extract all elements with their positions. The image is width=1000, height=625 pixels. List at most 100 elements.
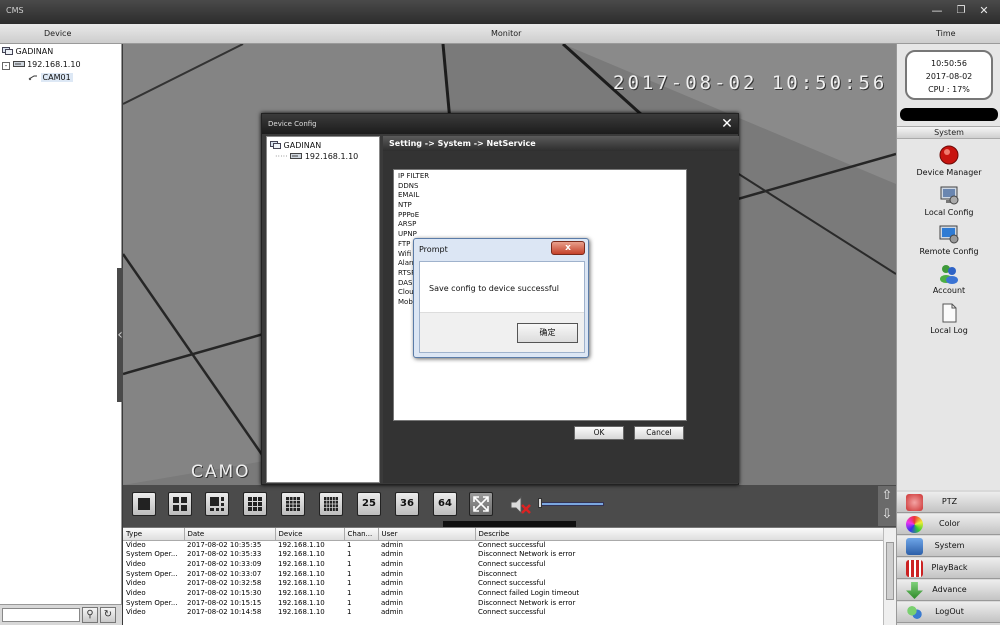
refresh-icon[interactable]: ↻ <box>100 607 116 623</box>
column-date[interactable]: Date <box>184 528 276 541</box>
remote-config-button[interactable]: Remote Config <box>897 223 1000 261</box>
layout-4-button[interactable] <box>168 492 192 516</box>
layout-20-icon <box>324 497 338 511</box>
title-bar: CMS — ❐ ✕ <box>0 0 1000 24</box>
table-cell: Disconnect Network is error <box>478 550 576 559</box>
column-channel[interactable]: Chan... <box>344 528 379 541</box>
table-row[interactable]: Video 2017-08-02 10:33:09 192.168.1.10 1 adm… <box>123 560 883 570</box>
list-item[interactable]: NTP <box>398 201 686 211</box>
layout-20-button[interactable] <box>319 492 343 516</box>
column-type[interactable]: Type <box>123 528 185 541</box>
playback-label: PlayBack <box>931 563 968 572</box>
tree-root[interactable]: GADINAN <box>2 46 53 56</box>
layout-6-button[interactable] <box>205 492 229 516</box>
table-row[interactable]: Video 2017-08-02 10:32:58 192.168.1.10 1 adm… <box>123 579 883 589</box>
layout-36-button[interactable]: 36 <box>395 492 419 516</box>
local-config-icon <box>940 186 959 205</box>
table-cell: 192.168.1.10 <box>278 569 325 578</box>
layout-25-button[interactable]: 25 <box>357 492 381 516</box>
tree-device[interactable]: - 192.168.1.10 <box>2 59 81 70</box>
prompt-ok-button[interactable]: 确定 <box>517 323 578 343</box>
column-user[interactable]: User <box>378 528 476 541</box>
tree-device-label: 192.168.1.10 <box>27 60 81 69</box>
collapse-icon[interactable]: - <box>2 62 10 70</box>
list-item[interactable]: ARSP <box>398 220 686 230</box>
playback-button[interactable]: PlayBack <box>897 558 1000 579</box>
tree-camera[interactable]: CAM01 <box>28 73 73 82</box>
table-row[interactable]: Video 2017-08-02 10:35:35 192.168.1.10 1 adm… <box>123 540 883 550</box>
list-item[interactable]: EMAIL <box>398 191 686 201</box>
table-cell: 2017-08-02 10:32:58 <box>187 579 262 588</box>
prompt-message: Save config to device successful <box>429 284 559 293</box>
logout-button[interactable]: LogOut <box>897 602 1000 623</box>
page-down-icon[interactable]: ⇩ <box>878 505 896 524</box>
fullscreen-button[interactable] <box>469 492 493 516</box>
table-row[interactable]: Video 2017-08-02 10:15:30 192.168.1.10 1 adm… <box>123 589 883 599</box>
advance-button[interactable]: Advance <box>897 580 1000 601</box>
layout-64-button[interactable]: 64 <box>433 492 457 516</box>
log-header-row: Type Date Device Chan... User Describe <box>123 528 884 541</box>
table-row[interactable]: Video 2017-08-02 10:14:58 192.168.1.10 1 adm… <box>123 608 883 618</box>
table-cell: 192.168.1.10 <box>278 550 325 559</box>
volume-handle[interactable] <box>538 498 542 508</box>
table-cell: System Oper... <box>126 550 178 559</box>
table-cell: admin <box>381 550 403 559</box>
table-row[interactable]: System Oper... 2017-08-02 10:15:15 192.168… <box>123 599 883 609</box>
color-button[interactable]: Color <box>897 514 1000 535</box>
ok-button[interactable]: OK <box>574 426 624 440</box>
layout-9-icon <box>248 497 262 511</box>
log-scrollbar[interactable] <box>883 528 896 625</box>
list-item[interactable]: PPPoE <box>398 211 686 221</box>
table-cell: 1 <box>347 550 352 559</box>
playback-icon <box>906 560 923 577</box>
table-row[interactable]: System Oper... 2017-08-02 10:35:33 192.168… <box>123 550 883 560</box>
tree-connector: ····· <box>275 152 288 161</box>
table-cell: Connect successful <box>478 608 546 617</box>
mute-icon[interactable] <box>508 493 532 517</box>
restore-button[interactable]: ❐ <box>954 4 968 18</box>
device-manager-button[interactable]: Device Manager <box>897 144 1000 182</box>
column-describe[interactable]: Describe <box>475 528 884 541</box>
prompt-title: Prompt <box>419 245 448 254</box>
table-cell: admin <box>381 598 403 607</box>
prompt-close-button[interactable]: x <box>551 241 585 255</box>
layout-4-icon <box>173 497 187 511</box>
column-device[interactable]: Device <box>275 528 345 541</box>
osd-camera-name: CAMO <box>191 462 251 482</box>
local-config-button[interactable]: Local Config <box>897 184 1000 222</box>
log-scroll-thumb[interactable] <box>886 542 894 600</box>
config-tree-device[interactable]: ····· 192.168.1.10 <box>275 151 358 161</box>
layout-16-button[interactable] <box>281 492 305 516</box>
system-label: System <box>934 541 965 550</box>
config-tree-root[interactable]: GADINAN <box>270 140 321 150</box>
cancel-button[interactable]: Cancel <box>634 426 684 440</box>
system-button[interactable]: System <box>897 536 1000 557</box>
account-button[interactable]: Account <box>897 262 1000 300</box>
ptz-button[interactable]: PTZ <box>897 492 1000 513</box>
close-button[interactable]: ✕ <box>977 4 991 18</box>
device-search-input[interactable] <box>2 608 80 622</box>
page-up-icon[interactable]: ⇧ <box>878 486 896 505</box>
minimize-button[interactable]: — <box>930 4 944 18</box>
close-icon[interactable]: ✕ <box>719 116 735 132</box>
list-item[interactable]: DDNS <box>398 182 686 192</box>
layout-1-button[interactable] <box>132 492 156 516</box>
osd-timestamp: 2017-08-02 10:50:56 <box>613 72 888 94</box>
volume-slider[interactable] <box>540 502 604 506</box>
tree-root-label: GADINAN <box>15 47 54 56</box>
tree-camera-label: CAM01 <box>40 73 73 82</box>
table-cell: admin <box>381 589 403 598</box>
group-icon <box>2 47 13 55</box>
local-log-button[interactable]: Local Log <box>897 302 1000 340</box>
layout-1-icon <box>138 498 150 510</box>
logout-icon <box>906 604 923 621</box>
table-row[interactable]: System Oper... 2017-08-02 10:33:07 192.168… <box>123 570 883 580</box>
log-rows: Video 2017-08-02 10:35:35 192.168.1.10 1 adm… <box>123 540 883 618</box>
layout-9-button[interactable] <box>243 492 267 516</box>
list-item[interactable]: IP FILTER <box>398 172 686 182</box>
camera-icon <box>28 75 37 81</box>
device-config-title-bar: Device Config ✕ <box>262 114 738 134</box>
table-cell: 1 <box>347 569 352 578</box>
search-icon[interactable]: ⚲ <box>82 607 98 623</box>
remote-config-icon <box>939 225 959 244</box>
